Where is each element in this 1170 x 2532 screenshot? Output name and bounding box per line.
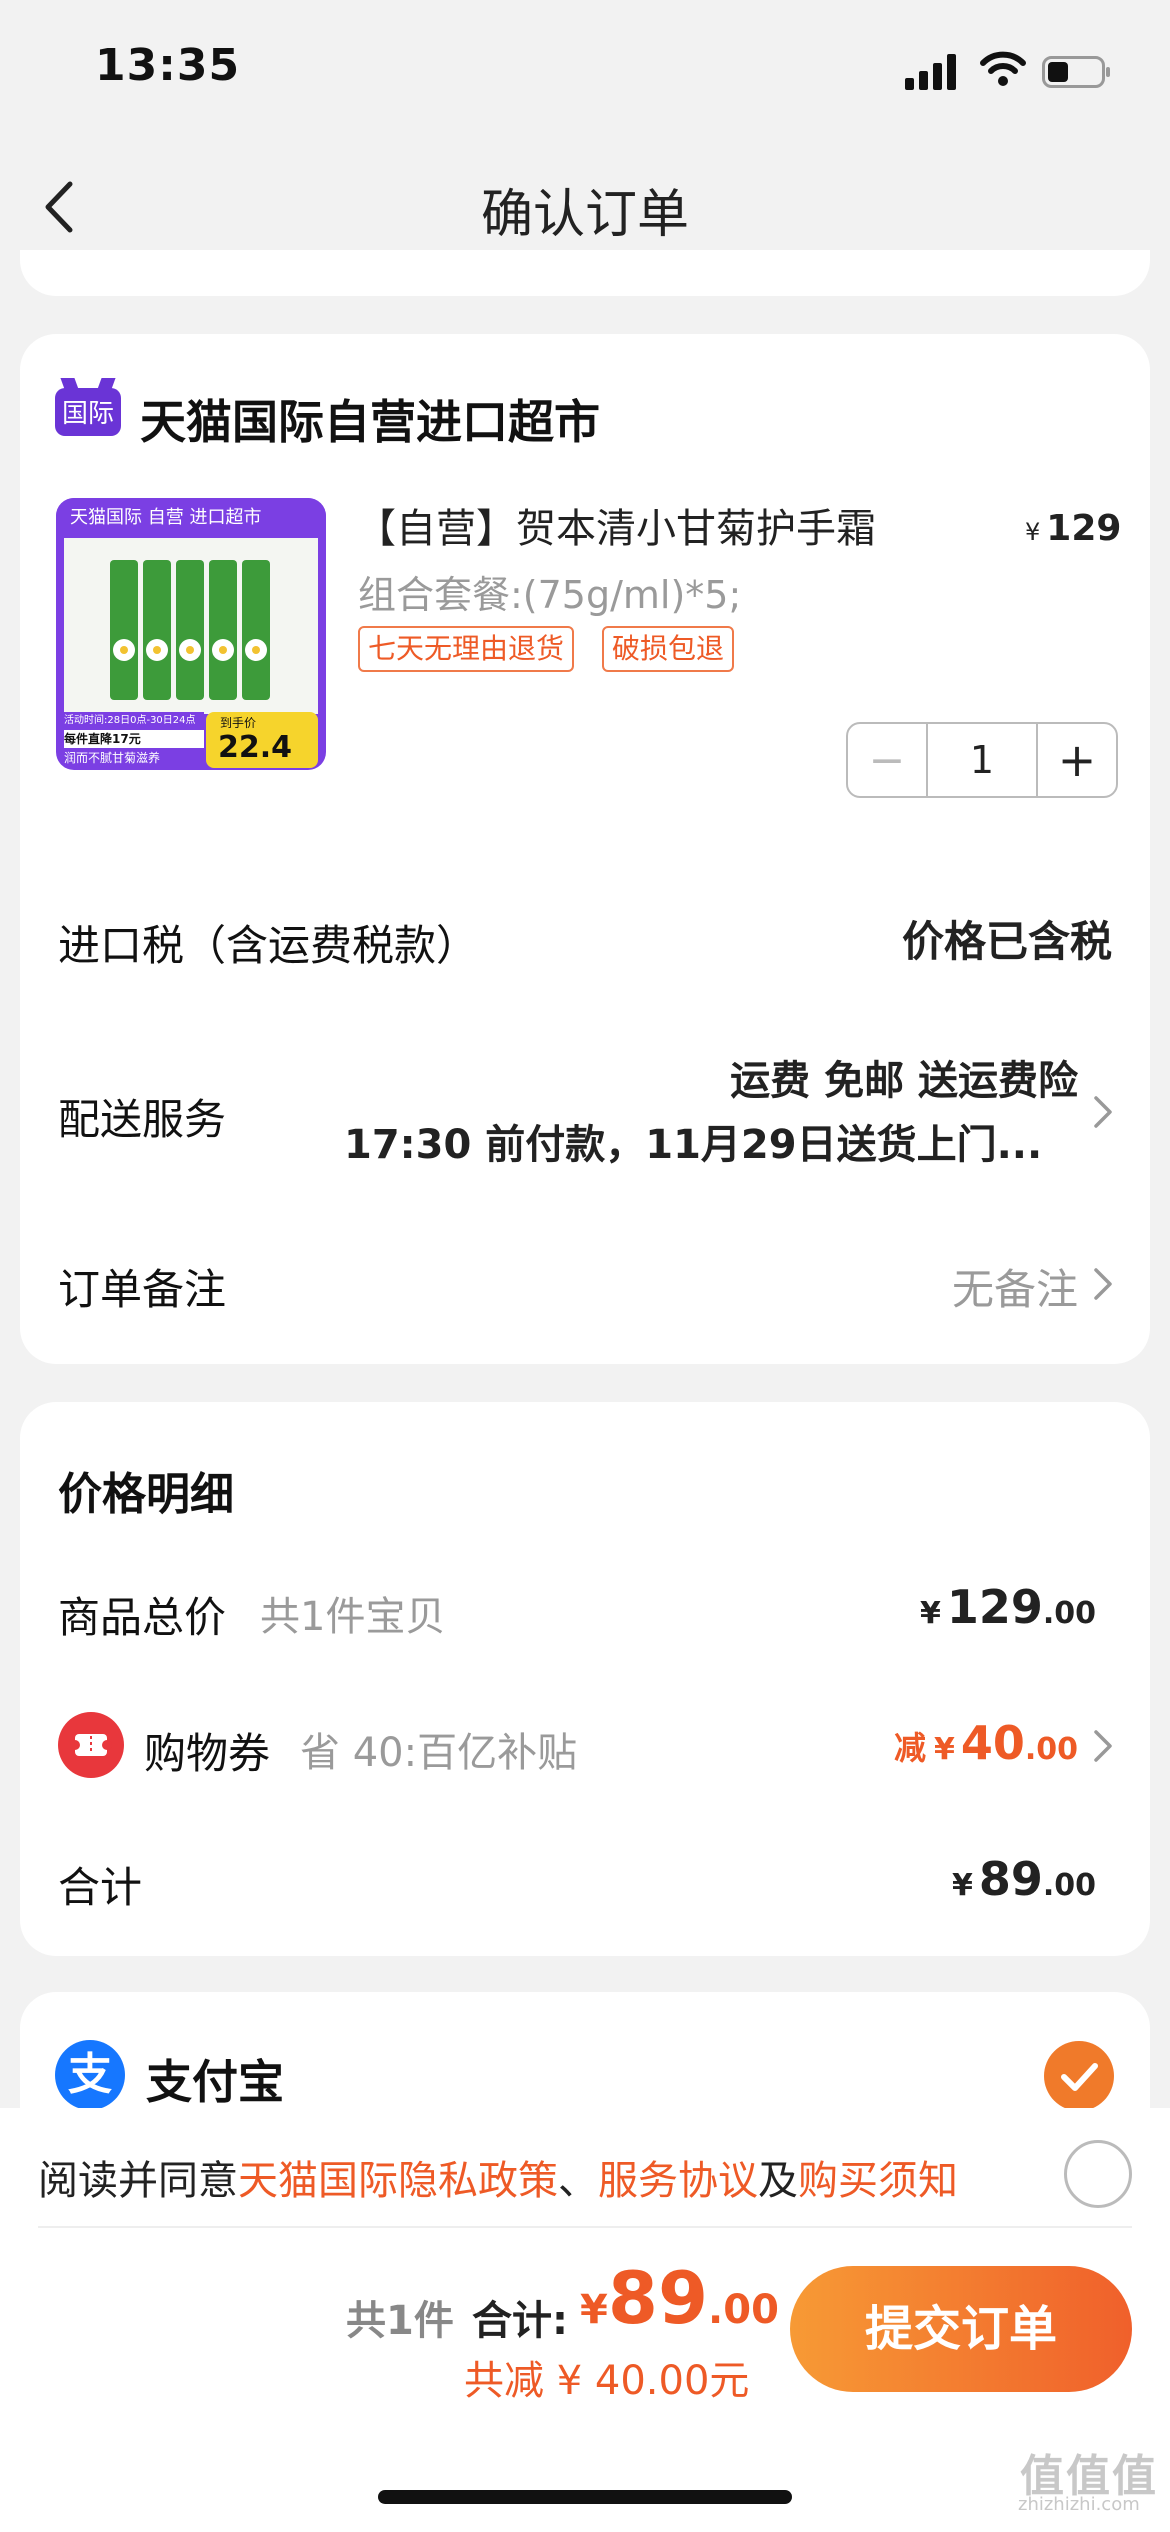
goods-count: 共1件宝贝 <box>260 1594 446 1640</box>
coupon-desc: 省 40:百亿补贴 <box>300 1730 578 1776</box>
tag-damage-refund: 破损包退 <box>602 626 735 672</box>
hand-cream-tubes-illustration <box>110 560 270 700</box>
note-chevron-icon[interactable] <box>1092 1266 1114 1302</box>
promo-time: 活动时间:28日0点-30日24点 <box>64 712 204 730</box>
delivery-label: 配送服务 <box>58 1095 227 1144</box>
summary-saved: 共减 ¥ 40.00元 <box>464 2358 750 2404</box>
summary-count: 共1件 <box>346 2298 454 2344</box>
battery-icon <box>1042 56 1110 88</box>
payment-method-name[interactable]: 支付宝 <box>146 2046 284 2112</box>
coupon-amount[interactable]: 减 ¥40.00 <box>894 1716 1078 1770</box>
coupon-label: 购物券 <box>144 1729 271 1778</box>
submit-order-button[interactable]: 提交订单 <box>790 2266 1132 2392</box>
store-badge: 国际 <box>55 388 121 436</box>
delivery-line-1[interactable]: 运费 免邮 送运费险 <box>730 1048 1078 1106</box>
agreement-radio[interactable] <box>1064 2140 1132 2208</box>
alipay-icon: 支 <box>55 2040 125 2110</box>
goods-total-amount: ¥129.00 <box>919 1580 1096 1634</box>
payment-selected-check[interactable] <box>1044 2041 1114 2111</box>
tax-value: 价格已含税 <box>901 917 1112 966</box>
privacy-policy-link[interactable]: 天猫国际隐私政策 <box>238 2158 558 2204</box>
goods-total-label: 商品总价 <box>58 1593 227 1642</box>
promo-line-1: 每件直降17元 <box>64 730 204 748</box>
quantity-value[interactable]: 1 <box>928 724 1038 796</box>
summary-total-label: 合计: <box>472 2298 568 2344</box>
watermark-url: zhizhizhi.com <box>1018 2494 1140 2515</box>
coupon-chevron-icon[interactable] <box>1092 1728 1114 1764</box>
check-icon <box>1061 2063 1098 2091</box>
delivery-line-2[interactable]: 17:30 前付款，11月29日送货上门... <box>344 1112 1042 1170</box>
order-card <box>20 334 1150 1364</box>
coupon-icon <box>58 1712 124 1778</box>
store-name[interactable]: 天猫国际自营进口超市 <box>140 386 600 452</box>
total-amount: ¥89.00 <box>951 1852 1096 1906</box>
product-price: ¥129 <box>1025 508 1122 549</box>
summary-amount: ¥89.00 <box>580 2256 779 2340</box>
delivery-chevron-icon[interactable] <box>1092 1094 1114 1130</box>
product-name[interactable]: 【自营】贺本清小甘菊护手霜 <box>356 496 876 554</box>
status-time: 13:35 <box>95 40 241 91</box>
promo-line-2: 润而不腻甘菊滋养 <box>64 748 204 768</box>
wifi-icon <box>980 51 1026 86</box>
quantity-stepper: − 1 + <box>846 722 1118 798</box>
service-agreement-link[interactable]: 服务协议 <box>598 2158 758 2204</box>
product-image-header: 天猫国际 自营 进口超市 <box>56 498 326 538</box>
note-label: 订单备注 <box>58 1265 227 1314</box>
tax-label: 进口税（含运费税款） <box>58 921 479 970</box>
home-indicator[interactable] <box>378 2490 792 2504</box>
page-title: 确认订单 <box>480 185 689 245</box>
total-label: 合计 <box>58 1863 143 1912</box>
tag-seven-day-return: 七天无理由退货 <box>358 626 575 672</box>
divider <box>38 2226 1132 2228</box>
product-spec: 组合套餐:(75g/ml)*5; <box>358 573 742 617</box>
price-badge-label: 到手价 <box>220 716 257 730</box>
product-image[interactable]: 天猫国际 自营 进口超市 活动时间:28日0点-30日24点 每件直降17元 润… <box>56 498 326 770</box>
price-badge-value: 22.4 <box>218 730 293 765</box>
decrease-button[interactable]: − <box>848 724 928 796</box>
purchase-notice-link[interactable]: 购买须知 <box>798 2158 958 2204</box>
price-detail-title: 价格明细 <box>58 1469 234 1520</box>
signal-icon <box>905 54 956 90</box>
previous-card-edge <box>20 250 1150 296</box>
increase-button[interactable]: + <box>1038 724 1116 796</box>
note-value[interactable]: 无备注 <box>952 1256 1078 1317</box>
agreement-text: 阅读并同意天猫国际隐私政策、服务协议及购买须知 <box>38 2158 958 2204</box>
